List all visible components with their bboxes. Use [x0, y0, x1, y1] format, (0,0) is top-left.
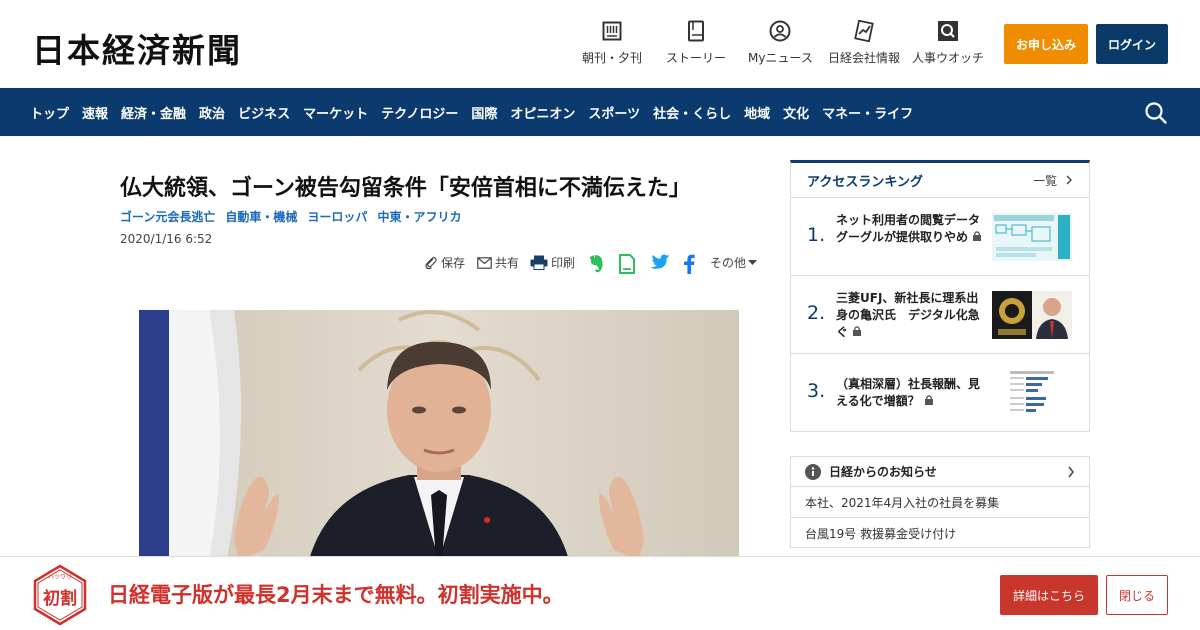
share-label: 共有: [495, 256, 520, 270]
save-button[interactable]: 保存: [424, 254, 465, 271]
notice-title: 日経からのお知らせ: [829, 465, 937, 479]
badge-text: 初割: [43, 588, 77, 609]
evernote-icon: [590, 255, 603, 273]
apply-button[interactable]: お申し込み: [1004, 24, 1088, 64]
caret-down-icon: [748, 259, 758, 265]
nav-item-international[interactable]: 国際: [471, 103, 497, 122]
book-icon: [685, 20, 707, 42]
chart-icon: [853, 20, 875, 42]
ranking-title: アクセスランキング: [807, 174, 923, 190]
access-ranking-panel: アクセスランキング 一覧 1. ネット利用者の閲覧データ グーグルが提供取りやめ…: [790, 160, 1090, 432]
print-button[interactable]: 印刷: [530, 254, 575, 271]
main-nav-bar: トップ 速報 経済・金融 政治 ビジネス マーケット テクノロジー 国際 オピニ…: [0, 88, 1200, 136]
ranking-number: 1.: [807, 224, 826, 246]
header-nav-label: ストーリー: [666, 51, 727, 65]
nav-item-money-life[interactable]: マネー・ライフ: [822, 103, 913, 122]
ranking-number: 3.: [807, 380, 826, 402]
nikkei-notice-panel: 日経からのお知らせ 本社、2021年4月入社の社員を募集 台風19号 救援募金受…: [790, 456, 1090, 548]
ranking-thumbnail: [992, 291, 1072, 339]
notice-header[interactable]: 日経からのお知らせ: [791, 457, 1089, 487]
nav-item-politics[interactable]: 政治: [199, 103, 225, 122]
ranking-more-link[interactable]: 一覧: [1033, 172, 1073, 189]
ranking-number: 2.: [807, 302, 826, 324]
header-nav-personnel-watch[interactable]: 人事ウオッチ: [912, 20, 984, 66]
ranking-text: （真相深層）社長報酬、見える化で増額？: [836, 377, 981, 408]
article-tag[interactable]: 自動車・機械: [225, 208, 297, 225]
lock-icon: [973, 231, 982, 241]
ranking-more-label: 一覧: [1033, 173, 1058, 188]
header-nav-morning-evening[interactable]: 朝刊・夕刊: [582, 20, 642, 66]
ranking-thumbnail: [992, 369, 1072, 417]
main-nav-list: トップ 速報 経済・金融 政治 ビジネス マーケット テクノロジー 国際 オピニ…: [30, 88, 926, 136]
twitter-icon: [650, 254, 670, 269]
article-tag[interactable]: ヨーロッパ: [307, 208, 367, 225]
nav-item-economy[interactable]: 経済・金融: [121, 103, 186, 122]
article-tags: ゴーン元会長逃亡 自動車・機械 ヨーロッパ 中東・アフリカ: [120, 208, 471, 225]
other-menu-button[interactable]: その他: [710, 254, 760, 271]
nav-item-opinion[interactable]: オピニオン: [510, 103, 575, 122]
save-label: 保存: [441, 256, 466, 270]
ranking-thumbnail: [992, 213, 1072, 261]
site-header: 日本経済新聞 朝刊・夕刊 ストーリー Myニュース 日経会社情報 人事ウオッチ …: [0, 0, 1200, 88]
promo-text: 日経電子版が最長2月末まで無料。初割実施中。: [108, 583, 564, 607]
nav-item-society[interactable]: 社会・くらし: [653, 103, 731, 122]
nav-item-culture[interactable]: 文化: [783, 103, 809, 122]
ranking-text: ネット利用者の閲覧データ グーグルが提供取りやめ: [836, 213, 993, 244]
header-nav-label: 朝刊・夕刊: [582, 51, 643, 65]
share-button[interactable]: 共有: [477, 254, 519, 271]
mail-icon: [477, 256, 492, 269]
evernote-button[interactable]: [587, 254, 608, 274]
nav-item-region[interactable]: 地域: [744, 103, 770, 122]
promo-close-button[interactable]: 閉じる: [1106, 575, 1168, 615]
printer-icon: [530, 255, 548, 270]
lock-icon: [853, 326, 862, 336]
clip-save-button[interactable]: [618, 254, 639, 274]
facebook-share-button[interactable]: [683, 254, 698, 274]
article-date: 2020/1/16 6:52: [120, 232, 213, 246]
twitter-share-button[interactable]: [650, 254, 673, 271]
nav-item-business[interactable]: ビジネス: [238, 103, 290, 122]
article-title: 仏大統領、ゴーン被告勾留条件「安倍首相に不満伝えた」: [120, 176, 691, 201]
article-tag[interactable]: ゴーン元会長逃亡: [120, 208, 215, 225]
nav-item-top[interactable]: トップ: [30, 103, 69, 122]
lock-icon: [924, 395, 933, 405]
badge-top-text: ハツワリ: [48, 574, 72, 581]
header-nav-label: 人事ウオッチ: [912, 51, 985, 65]
header-nav-company-info[interactable]: 日経会社情報: [828, 20, 900, 66]
login-button[interactable]: ログイン: [1096, 24, 1168, 64]
search-icon: [937, 20, 959, 42]
promo-detail-button[interactable]: 詳細はこちら: [1000, 575, 1098, 615]
header-nav-my-news[interactable]: Myニュース: [748, 20, 813, 66]
promo-banner: ハツワリ 初割 日経電子版が最長2月末まで無料。初割実施中。 詳細はこちら 閉じ…: [0, 556, 1200, 630]
other-label: その他: [710, 256, 747, 270]
notice-item[interactable]: 本社、2021年4月入社の社員を募集: [791, 487, 1089, 518]
chevron-right-icon: [1068, 466, 1074, 478]
newspaper-icon: [601, 20, 623, 42]
ranking-item[interactable]: 3. （真相深層）社長報酬、見える化で増額？: [791, 354, 1089, 432]
user-icon: [769, 20, 791, 42]
document-icon: [619, 254, 635, 274]
nav-item-market[interactable]: マーケット: [303, 103, 368, 122]
clip-icon: [425, 256, 437, 269]
article-photo: [139, 310, 739, 560]
info-icon: [805, 463, 821, 480]
facebook-icon: [684, 254, 695, 274]
hatsuwari-badge-icon: ハツワリ 初割: [32, 564, 88, 626]
header-nav-label: 日経会社情報: [828, 51, 901, 65]
nav-item-technology[interactable]: テクノロジー: [381, 103, 458, 122]
ranking-header: アクセスランキング 一覧: [791, 163, 1089, 198]
ranking-text: 三菱UFJ、新社長に理系出身の亀沢氏 デジタル化急ぐ: [836, 291, 980, 339]
ranking-item[interactable]: 2. 三菱UFJ、新社長に理系出身の亀沢氏 デジタル化急ぐ: [791, 276, 1089, 354]
notice-item[interactable]: 台風19号 救援募金受け付け: [791, 518, 1089, 549]
nav-search-icon[interactable]: [1144, 101, 1168, 125]
chevron-right-icon: [1066, 175, 1072, 184]
header-nav-story[interactable]: ストーリー: [666, 20, 726, 66]
article-tag[interactable]: 中東・アフリカ: [377, 208, 461, 225]
nav-item-sports[interactable]: スポーツ: [588, 103, 640, 122]
nav-item-breaking[interactable]: 速報: [82, 103, 108, 122]
header-nav-label: Myニュース: [748, 51, 813, 65]
ranking-item[interactable]: 1. ネット利用者の閲覧データ グーグルが提供取りやめ: [791, 198, 1089, 276]
site-logo[interactable]: 日本経済新聞: [32, 24, 242, 72]
print-label: 印刷: [551, 256, 576, 270]
